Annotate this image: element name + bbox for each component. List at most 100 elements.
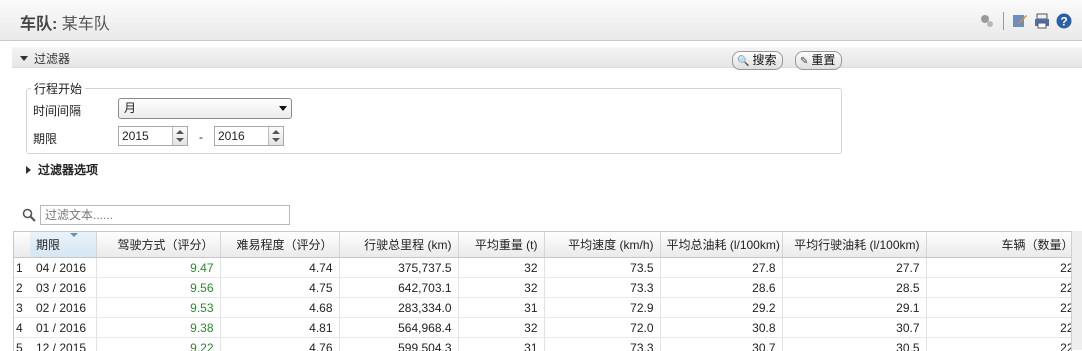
cell-fuel-total: 28.6 xyxy=(660,278,782,298)
cell-speed: 72.0 xyxy=(544,318,660,338)
column-header-label: 驾驶方式（评分） xyxy=(117,238,213,252)
cell-vehicles: 22 xyxy=(926,258,1072,278)
toolbar: ? xyxy=(979,12,1072,30)
spin-up-icon[interactable] xyxy=(272,130,280,134)
table-row[interactable]: 104 / 20169.474.74375,737.53273.527.827.… xyxy=(14,258,1072,278)
cell-driving-style: 9.38 xyxy=(96,318,220,338)
cell-fuel-driving: 30.5 xyxy=(782,338,926,351)
column-header-driving-style[interactable]: 驾驶方式（评分） xyxy=(96,232,220,258)
row-number: 3 xyxy=(14,298,30,318)
filter-options-toggle[interactable]: 过滤器选项 xyxy=(26,161,98,178)
title-bar: 车队: 某车队 ? xyxy=(0,0,1082,41)
cell-period: 03 / 2016 xyxy=(30,278,96,298)
column-header-distance[interactable]: 行驶总里程 (km) xyxy=(339,232,458,258)
page-title-prefix: 车队: xyxy=(20,16,57,33)
interval-select[interactable]: 月 xyxy=(118,98,292,119)
cell-period: 12 / 2015 xyxy=(30,338,96,351)
cell-speed: 72.9 xyxy=(544,298,660,318)
cell-driving-style: 9.53 xyxy=(96,298,220,318)
cell-weight: 31 xyxy=(458,298,544,318)
cell-weight: 32 xyxy=(458,278,544,298)
search-button[interactable]: 🔍搜索 xyxy=(732,51,783,70)
column-header-vehicles[interactable]: 车辆（数量） xyxy=(926,232,1072,258)
data-table: 期限 驾驶方式（评分） 难易程度（评分） 行驶总里程 (km) 平均重量 (t)… xyxy=(13,231,1072,351)
cell-distance: 642,703.1 xyxy=(339,278,458,298)
filter-section-header[interactable]: 过滤器 xyxy=(12,47,1082,68)
cell-distance: 564,968.4 xyxy=(339,318,458,338)
spinner-buttons[interactable] xyxy=(172,127,187,145)
period-from-spinner[interactable]: 2015 xyxy=(118,126,188,146)
column-header-label: 平均速度 (km/h) xyxy=(568,238,653,252)
cell-distance: 375,737.5 xyxy=(339,258,458,278)
interval-selected-value: 月 xyxy=(124,101,136,115)
cell-speed: 73.3 xyxy=(544,278,660,298)
cell-period: 02 / 2016 xyxy=(30,298,96,318)
dropdown-arrow-icon xyxy=(279,106,287,111)
row-number: 5 xyxy=(14,338,30,351)
cell-weight: 32 xyxy=(458,318,544,338)
spin-down-icon[interactable] xyxy=(272,138,280,142)
cell-fuel-total: 30.7 xyxy=(660,338,782,351)
row-number: 4 xyxy=(14,318,30,338)
cell-period: 01 / 2016 xyxy=(30,318,96,338)
cell-fuel-total: 27.8 xyxy=(660,258,782,278)
row-number: 1 xyxy=(14,258,30,278)
trip-start-legend: 行程开始 xyxy=(31,80,85,97)
filter-section-label: 过滤器 xyxy=(20,50,70,67)
cell-vehicles: 22 xyxy=(926,278,1072,298)
cell-weight: 32 xyxy=(458,258,544,278)
filter-title-text: 过滤器 xyxy=(34,52,70,66)
period-to-spinner[interactable]: 2016 xyxy=(214,126,284,146)
column-header-weight[interactable]: 平均重量 (t) xyxy=(458,232,544,258)
cell-weight: 31 xyxy=(458,338,544,351)
help-icon[interactable]: ? xyxy=(1056,13,1072,29)
search-icon: 🔍 xyxy=(737,53,749,70)
column-header-period[interactable]: 期限 xyxy=(30,232,96,258)
table-row[interactable]: 512 / 20159.224.76599,504.33173.330.730.… xyxy=(14,338,1072,351)
cell-driving-style: 9.56 xyxy=(96,278,220,298)
cell-fuel-driving: 29.1 xyxy=(782,298,926,318)
column-header-label: 平均重量 (t) xyxy=(475,238,538,252)
period-label: 期限 xyxy=(33,130,57,147)
cell-difficulty: 4.75 xyxy=(220,278,339,298)
table-row[interactable]: 401 / 20169.384.81564,968.43272.030.830.… xyxy=(14,318,1072,338)
column-header-label: 期限 xyxy=(36,238,60,252)
cell-fuel-total: 30.8 xyxy=(660,318,782,338)
period-to-value: 2016 xyxy=(218,129,245,143)
cell-difficulty: 4.76 xyxy=(220,338,339,351)
table-header-row: 期限 驾驶方式（评分） 难易程度（评分） 行驶总里程 (km) 平均重量 (t)… xyxy=(14,232,1072,258)
settings-icon[interactable] xyxy=(979,13,995,29)
cell-driving-style: 9.47 xyxy=(96,258,220,278)
cell-fuel-total: 29.2 xyxy=(660,298,782,318)
table-row[interactable]: 302 / 20169.534.68283,334.03172.929.229.… xyxy=(14,298,1072,318)
column-header-difficulty[interactable]: 难易程度（评分） xyxy=(220,232,339,258)
cell-driving-style: 9.22 xyxy=(96,338,220,351)
column-header-speed[interactable]: 平均速度 (km/h) xyxy=(544,232,660,258)
cell-fuel-driving: 27.7 xyxy=(782,258,926,278)
cell-difficulty: 4.81 xyxy=(220,318,339,338)
spinner-buttons[interactable] xyxy=(268,127,283,145)
cell-distance: 283,334.0 xyxy=(339,298,458,318)
column-header-fuel-driving[interactable]: 平均行驶油耗 (l/100km) xyxy=(782,232,926,258)
table-row[interactable]: 203 / 20169.564.75642,703.13273.328.628.… xyxy=(14,278,1072,298)
cell-vehicles: 22 xyxy=(926,318,1072,338)
cell-speed: 73.3 xyxy=(544,338,660,351)
interval-label: 时间间隔 xyxy=(33,102,81,119)
column-header-fuel-total[interactable]: 平均总油耗 (l/100km) xyxy=(660,232,782,258)
column-header-label: 平均行驶油耗 (l/100km) xyxy=(794,238,919,252)
reset-button[interactable]: ✎重置 xyxy=(795,51,842,70)
spin-down-icon[interactable] xyxy=(176,138,184,142)
edit-icon[interactable] xyxy=(1012,13,1028,29)
spin-up-icon[interactable] xyxy=(176,130,184,134)
page-title-name: 某车队 xyxy=(62,16,110,33)
reset-button-label: 重置 xyxy=(811,53,835,67)
filter-text-input[interactable]: 过滤文本...... xyxy=(40,205,290,225)
print-icon[interactable] xyxy=(1034,13,1050,29)
cell-difficulty: 4.68 xyxy=(220,298,339,318)
page-title: 车队: 某车队 xyxy=(20,10,110,34)
cell-speed: 73.5 xyxy=(544,258,660,278)
cell-vehicles: 22 xyxy=(926,338,1072,351)
vertical-scrollbar[interactable] xyxy=(1071,231,1082,350)
column-header-label: 难易程度（评分） xyxy=(236,238,332,252)
cell-period: 04 / 2016 xyxy=(30,258,96,278)
